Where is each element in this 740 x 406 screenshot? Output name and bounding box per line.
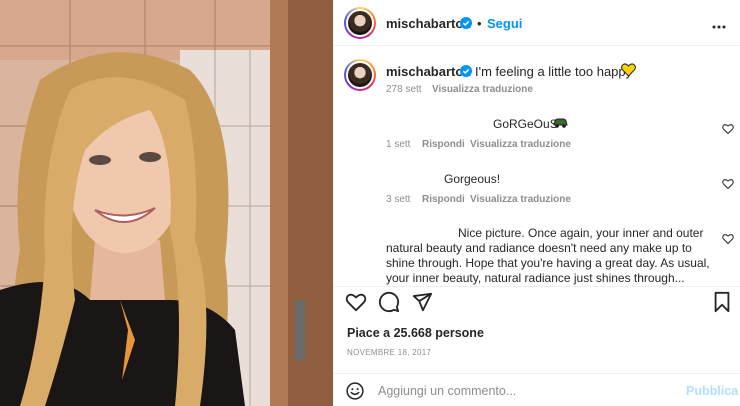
caption-avatar[interactable]: [344, 59, 376, 91]
caption-age[interactable]: 278 sett: [386, 84, 422, 95]
post-header: mischabarton • Segui: [334, 0, 740, 46]
post-photo-image: [0, 0, 333, 406]
emoji-icon[interactable]: [346, 382, 364, 400]
comment-long: Nice picture. Once again, your inner and…: [334, 220, 740, 286]
comment-like-heart-icon[interactable]: [722, 123, 734, 135]
author-avatar[interactable]: [344, 7, 376, 39]
comment-text: GoRGeOuS: [493, 117, 558, 131]
caption-username[interactable]: mischabarton: [386, 64, 471, 79]
reply-link[interactable]: Rispondi: [422, 139, 465, 150]
comment-line: Nice picture. Once again, your inner and…: [458, 226, 704, 240]
comment-age[interactable]: 1 sett: [386, 139, 410, 150]
green-car-emoji-icon: [553, 118, 568, 128]
separator-dot: •: [477, 16, 482, 31]
heart-icon[interactable]: [345, 291, 367, 313]
caption-translate-link[interactable]: Visualizza traduzione: [432, 84, 533, 95]
author-username[interactable]: mischabarton: [386, 16, 471, 31]
post-side-panel: mischabarton • Segui mischabarton I'm fe…: [333, 0, 740, 406]
comment-input[interactable]: [378, 382, 678, 400]
comment-age[interactable]: 3 sett: [386, 194, 410, 205]
comment-like-heart-icon[interactable]: [722, 233, 734, 245]
comment-icon[interactable]: [378, 291, 400, 313]
verified-icon: [460, 17, 472, 29]
share-icon[interactable]: [411, 291, 433, 313]
post-photo[interactable]: [0, 0, 333, 406]
post-date: NOVEMBRE 18, 2017: [347, 348, 432, 357]
comment-text: Gorgeous!: [444, 172, 501, 186]
publish-button[interactable]: Pubblica: [686, 384, 738, 398]
comment-line: natural beauty and radiance doesn't need…: [386, 241, 692, 255]
follow-button[interactable]: Segui: [487, 16, 522, 31]
post-actions: Piace a 25.668 persone NOVEMBRE 18, 2017: [334, 286, 740, 360]
comment-translate-link[interactable]: Visualizza traduzione: [470, 139, 571, 150]
comment-line: shine through. Hope that you're having a…: [386, 256, 710, 270]
yellow-heart-emoji-icon: [621, 63, 636, 77]
add-comment-bar: Pubblica: [334, 373, 740, 406]
more-icon[interactable]: [712, 13, 726, 34]
comment-translate-link[interactable]: Visualizza traduzione: [470, 194, 571, 205]
caption-text: I'm feeling a little too happy: [475, 64, 633, 79]
verified-icon: [460, 65, 472, 77]
reply-link[interactable]: Rispondi: [422, 194, 465, 205]
bookmark-icon[interactable]: [711, 291, 733, 313]
comment-line: your inner beauty, natural radiance just…: [386, 271, 685, 285]
likes-count[interactable]: Piace a 25.668 persone: [347, 326, 484, 340]
comment-like-heart-icon[interactable]: [722, 178, 734, 190]
